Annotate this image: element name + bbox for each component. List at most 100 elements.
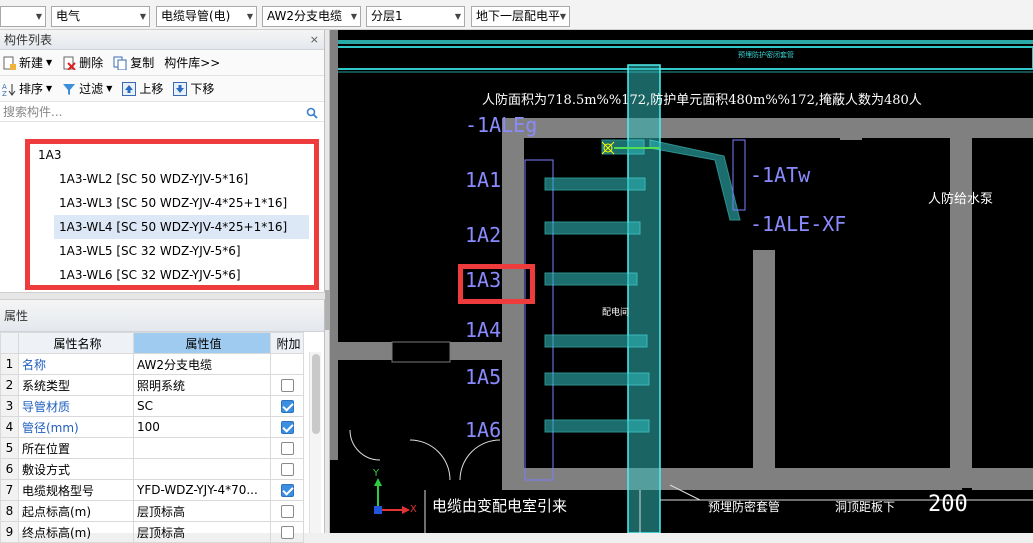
chevron-down-icon: ▼ bbox=[350, 12, 357, 21]
new-button[interactable]: 新建 ▼ bbox=[2, 53, 52, 73]
property-name: 系统类型 bbox=[18, 374, 134, 396]
dimension-label: 200 bbox=[928, 492, 968, 517]
property-name: 名称 bbox=[18, 353, 134, 375]
combo-component-type[interactable]: 电缆导管(电) ▼ bbox=[156, 6, 257, 27]
extra-cell bbox=[270, 416, 304, 438]
axis-x-label: X bbox=[410, 504, 417, 515]
properties-header-row: 属性名称 属性值 附加 bbox=[0, 332, 304, 354]
library-button[interactable]: 构件库>> bbox=[164, 53, 220, 73]
attach-checkbox[interactable] bbox=[280, 442, 294, 455]
row-index: 7 bbox=[0, 479, 19, 501]
scrollbar-thumb[interactable] bbox=[312, 354, 320, 434]
column-header-name: 属性名称 bbox=[18, 332, 134, 354]
component-list-header: 构件列表 × bbox=[0, 30, 324, 50]
ceiling-label: 洞顶距板下 bbox=[835, 500, 896, 514]
search-input[interactable]: 搜索构件... bbox=[0, 102, 324, 122]
property-value[interactable]: SC bbox=[133, 395, 271, 417]
attach-checkbox[interactable] bbox=[280, 421, 294, 434]
sleeve-label: 预埋防密套管 bbox=[708, 500, 781, 514]
combo-discipline[interactable]: 电气 ▼ bbox=[51, 6, 150, 27]
row-index: 1 bbox=[0, 353, 19, 375]
close-icon[interactable]: × bbox=[310, 30, 319, 50]
property-value[interactable]: 层顶标高 bbox=[133, 500, 271, 522]
property-row[interactable]: 2 系统类型 照明系统 bbox=[0, 374, 304, 396]
extra-cell bbox=[270, 374, 304, 396]
arrow-up-icon bbox=[122, 81, 137, 96]
chevron-down-icon: ▼ bbox=[106, 84, 113, 93]
property-row[interactable]: 8 起点标高(m) 层顶标高 bbox=[0, 500, 304, 522]
panel-label-1a4: 1A4 bbox=[465, 318, 502, 342]
property-value[interactable]: 100 bbox=[133, 416, 271, 438]
property-value[interactable] bbox=[133, 458, 271, 480]
property-name: 起点标高(m) bbox=[18, 500, 134, 522]
row-index: 9 bbox=[0, 521, 19, 543]
attach-checkbox[interactable] bbox=[280, 400, 294, 413]
property-row[interactable]: 4 管径(mm) 100 bbox=[0, 416, 304, 438]
property-value[interactable]: AW2分支电缆 bbox=[133, 353, 271, 375]
panel-splitter[interactable] bbox=[0, 292, 325, 300]
row-index: 4 bbox=[0, 416, 19, 438]
property-row[interactable]: 7 电缆规格型号 YFD-WDZ-YJY-4*70... bbox=[0, 479, 304, 501]
property-row[interactable]: 5 所在位置 bbox=[0, 437, 304, 459]
extra-cell bbox=[270, 395, 304, 417]
property-row[interactable]: 6 敷设方式 bbox=[0, 458, 304, 480]
attach-checkbox[interactable] bbox=[280, 484, 294, 497]
chevron-down-icon: ▼ bbox=[46, 84, 53, 93]
tray-label: 预埋防护密闭套管 bbox=[738, 51, 794, 59]
properties-header: 属性 bbox=[0, 300, 324, 332]
highlight-box-1a3 bbox=[458, 264, 535, 304]
delete-icon bbox=[62, 56, 76, 71]
property-value[interactable]: 层顶标高 bbox=[133, 521, 271, 543]
arrow-down-icon bbox=[173, 81, 188, 96]
extra-cell bbox=[270, 521, 304, 543]
filter-icon bbox=[62, 82, 76, 96]
extra-cell bbox=[270, 479, 304, 501]
move-up-button[interactable]: 上移 bbox=[122, 79, 163, 99]
sort-icon: AZ bbox=[2, 82, 16, 98]
panel-label-1a5: 1A5 bbox=[465, 365, 502, 389]
extra-cell bbox=[270, 458, 304, 480]
top-toolbar: ▼ 电气 ▼ 电缆导管(电) ▼ AW2分支电缆 ▼ 分层1 ▼ 地下一层配电平 ▼ bbox=[0, 0, 1033, 30]
move-down-button[interactable]: 下移 bbox=[173, 79, 214, 99]
extra-cell bbox=[270, 353, 304, 375]
property-row[interactable]: 3 导管材质 SC bbox=[0, 395, 304, 417]
chevron-down-icon: ▼ bbox=[35, 12, 42, 21]
property-name: 所在位置 bbox=[18, 437, 134, 459]
properties-panel: 属性 属性名称 属性值 附加 1 名称 AW2分支电缆 2 系统类型 照明系统 3 导管材质 S… bbox=[0, 300, 325, 543]
search-icon[interactable] bbox=[306, 105, 318, 125]
property-value[interactable] bbox=[133, 437, 271, 459]
row-index: 6 bbox=[0, 458, 19, 480]
sort-button[interactable]: AZ 排序 ▼ bbox=[2, 79, 52, 99]
row-index: 3 bbox=[0, 395, 19, 417]
cable-source-label: 电缆由变配电室引来 bbox=[432, 497, 568, 515]
chevron-down-icon: ▼ bbox=[46, 58, 53, 67]
combo-component[interactable]: AW2分支电缆 ▼ bbox=[262, 6, 361, 27]
property-name: 导管材质 bbox=[18, 395, 134, 417]
property-name: 管径(mm) bbox=[18, 416, 134, 438]
properties-table: 属性名称 属性值 附加 1 名称 AW2分支电缆 2 系统类型 照明系统 3 导管材质 SC 4 管… bbox=[0, 332, 304, 543]
property-value[interactable]: 照明系统 bbox=[133, 374, 271, 396]
attach-checkbox[interactable] bbox=[280, 463, 294, 476]
property-row[interactable]: 9 终点标高(m) 层顶标高 bbox=[0, 521, 304, 543]
attach-checkbox[interactable] bbox=[280, 505, 294, 518]
drawing-canvas[interactable]: 人防面积为718.5m%%172,防护单元面积480m%%172,掩蔽人数为48… bbox=[330, 30, 1033, 533]
property-name: 终点标高(m) bbox=[18, 521, 134, 543]
combo-floor[interactable]: ▼ bbox=[0, 6, 46, 27]
component-toolbar-1: 新建 ▼ 删除 复制 构件库>> bbox=[0, 50, 324, 76]
copy-button[interactable]: 复制 bbox=[113, 53, 154, 73]
properties-scrollbar[interactable] bbox=[309, 352, 321, 533]
property-name: 电缆规格型号 bbox=[18, 479, 134, 501]
property-name: 敷设方式 bbox=[18, 458, 134, 480]
copy-icon bbox=[113, 56, 127, 70]
combo-layer[interactable]: 分层1 ▼ bbox=[366, 6, 465, 27]
row-index: 8 bbox=[0, 500, 19, 522]
delete-button[interactable]: 删除 bbox=[62, 53, 103, 73]
property-value[interactable]: YFD-WDZ-YJY-4*70... bbox=[133, 479, 271, 501]
area-note: 人防面积为718.5m%%172,防护单元面积480m%%172,掩蔽人数为48… bbox=[482, 93, 922, 108]
combo-drawing[interactable]: 地下一层配电平 ▼ bbox=[471, 6, 570, 27]
attach-checkbox[interactable] bbox=[280, 379, 294, 392]
panel-label-1a2: 1A2 bbox=[465, 223, 502, 247]
chevron-down-icon: ▼ bbox=[139, 12, 146, 21]
property-row[interactable]: 1 名称 AW2分支电缆 bbox=[0, 353, 304, 375]
filter-button[interactable]: 过滤 ▼ bbox=[62, 79, 112, 99]
